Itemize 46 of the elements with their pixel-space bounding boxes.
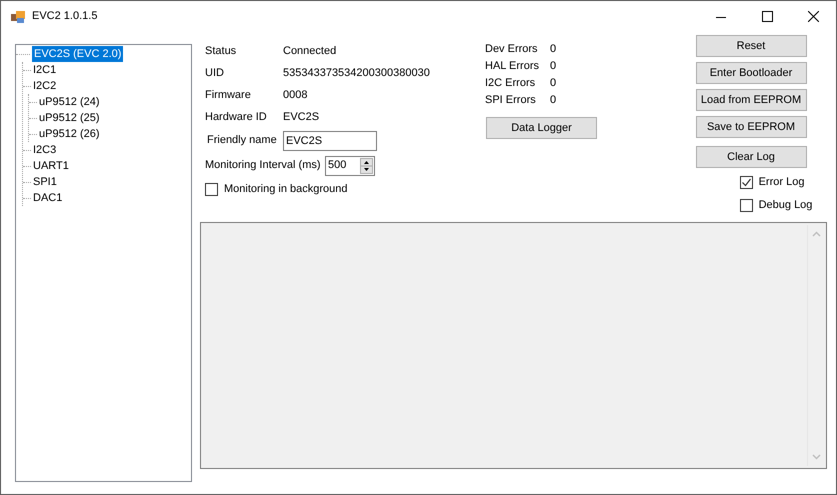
tree-item[interactable]: SPI1 [31,174,59,190]
error-count: 0 [550,42,556,58]
field-label: Friendly name [207,133,278,148]
action-button[interactable]: Enter Bootloader [696,62,806,84]
field-label: Firmware [205,88,252,103]
number-spinner[interactable]: 500 [325,156,375,176]
checkbox-label: Error Log [758,175,804,190]
action-button[interactable]: Save to EEPROM [696,116,806,138]
maximize-icon [762,11,772,22]
field-label: UID [205,66,225,81]
field-label: Monitoring Interval (ms) [205,158,322,174]
action-button[interactable]: Clear Log [696,146,806,168]
tree-item[interactable]: I2C2 [31,78,58,94]
action-button[interactable]: Load from EEPROM [696,89,806,111]
field-value: Connected [283,44,336,59]
tree-item[interactable]: EVC2S (EVC 2.0) [32,46,124,62]
tree-item[interactable]: uP9512 (24) [37,94,102,110]
checkbox-label: Debug Log [758,198,812,214]
field-value: 535343373534200300380030 [283,66,430,81]
tree-item[interactable]: DAC1 [31,190,64,206]
app-icon [10,8,26,24]
field-label: Status [205,44,238,59]
tree-item[interactable]: I2C3 [31,142,58,158]
window-title: EVC2 1.0.1.5 [32,9,98,24]
text-field[interactable]: EVC2S [283,130,377,150]
tree-item[interactable]: uP9512 (26) [37,126,102,142]
field-label: Hardware ID [205,110,268,125]
error-label: Dev Errors [485,42,539,58]
tree-item[interactable]: UART1 [31,158,71,174]
checkbox-label: Monitoring in background [224,182,348,197]
action-button[interactable]: Reset [696,35,806,57]
checkbox[interactable] [740,199,753,212]
error-count: 0 [550,76,556,92]
error-label: HAL Errors [485,59,540,74]
error-count: 0 [550,59,556,74]
data-logger-button[interactable]: Data Logger [486,117,597,139]
error-label: SPI Errors [485,93,537,108]
error-label: I2C Errors [485,76,536,92]
field-value: EVC2S [283,110,320,125]
checkbox[interactable] [205,182,218,196]
checkbox[interactable] [740,176,753,189]
tree-item[interactable]: I2C1 [31,62,58,78]
error-count: 0 [550,93,556,108]
close-icon [808,11,818,22]
field-value: 0008 [283,88,308,103]
tree-item[interactable]: uP9512 (25) [37,110,102,126]
